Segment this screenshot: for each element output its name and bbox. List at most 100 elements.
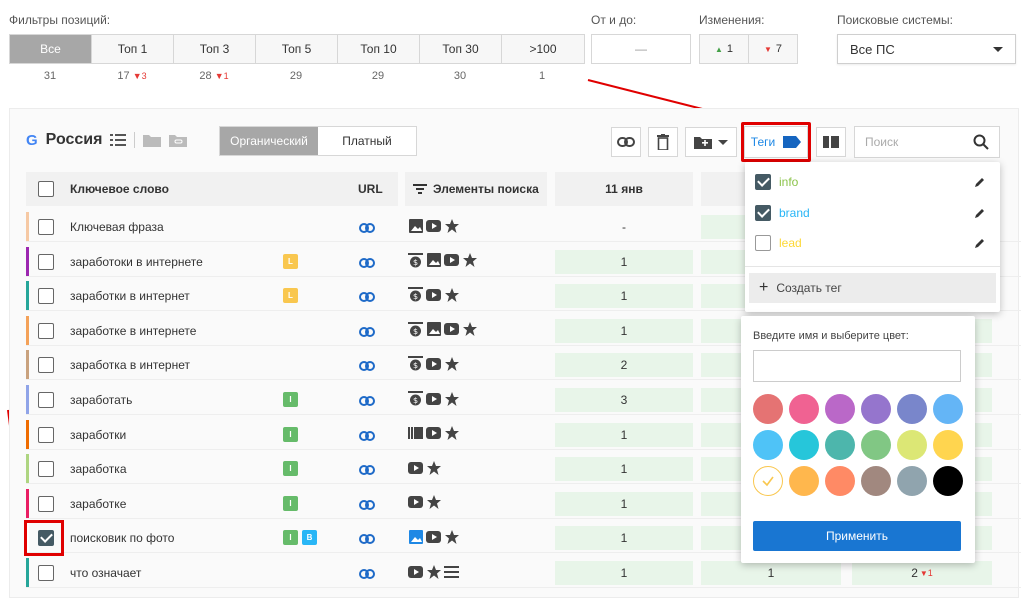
filter-tab-top5[interactable]: Топ 5 bbox=[256, 35, 338, 63]
color-swatch[interactable] bbox=[933, 394, 963, 424]
google-logo: G bbox=[26, 131, 38, 149]
columns-button[interactable] bbox=[816, 127, 846, 157]
search-engine-select[interactable]: Все ПС bbox=[837, 34, 1016, 64]
color-swatch[interactable] bbox=[897, 394, 927, 424]
tag-chip[interactable]: I bbox=[283, 461, 298, 477]
columns-icon bbox=[823, 136, 839, 148]
row-checkbox[interactable] bbox=[38, 565, 54, 581]
header-date: 11 янв bbox=[605, 182, 643, 196]
tag-item-lead[interactable]: lead bbox=[755, 231, 990, 255]
folder-icon[interactable] bbox=[143, 133, 162, 147]
row-checkbox[interactable] bbox=[38, 322, 54, 339]
header-keyword[interactable]: Ключевое слово bbox=[70, 182, 169, 196]
tag-checkbox[interactable] bbox=[755, 235, 771, 251]
color-swatch[interactable] bbox=[789, 466, 819, 496]
keyword-text: заработоки в интернете bbox=[70, 254, 203, 269]
tag-checkbox[interactable] bbox=[755, 205, 771, 221]
changes-down-button[interactable]: ▼ 7 bbox=[749, 35, 797, 63]
link-icon[interactable] bbox=[359, 255, 375, 273]
color-swatch[interactable] bbox=[753, 394, 783, 424]
link-button[interactable] bbox=[611, 127, 641, 157]
tag-chip[interactable]: I bbox=[283, 392, 298, 407]
image-icon bbox=[408, 529, 423, 544]
paid-icon: $ bbox=[408, 391, 423, 406]
table-header-date[interactable]: 11 янв bbox=[555, 172, 693, 206]
tag-item-brand[interactable]: brand bbox=[755, 201, 990, 225]
color-swatch[interactable] bbox=[789, 430, 819, 460]
add-to-folder-button[interactable] bbox=[685, 127, 737, 157]
edit-icon bbox=[975, 178, 984, 187]
tag-chip[interactable]: I bbox=[283, 495, 298, 511]
tag-chip[interactable]: I bbox=[283, 530, 298, 546]
row-checkbox[interactable] bbox=[38, 461, 54, 478]
link-icon[interactable] bbox=[359, 289, 375, 307]
tag-chip[interactable]: L bbox=[283, 288, 298, 304]
image-icon bbox=[426, 253, 441, 268]
filter-tab-top3[interactable]: Топ 3 bbox=[174, 35, 256, 63]
filter-tab-top30[interactable]: Топ 30 bbox=[420, 35, 502, 63]
color-swatch[interactable] bbox=[933, 466, 963, 496]
position-cell: 2 bbox=[555, 353, 693, 378]
color-swatch[interactable] bbox=[861, 466, 891, 496]
tag-name-input[interactable] bbox=[753, 350, 961, 382]
search-input[interactable]: Поиск bbox=[854, 126, 1000, 158]
apply-button[interactable]: Применить bbox=[753, 521, 961, 551]
link-icon[interactable] bbox=[359, 358, 375, 376]
table-header-elements[interactable]: Элементы поиска bbox=[405, 172, 547, 206]
filter-tab-top1[interactable]: Топ 1 bbox=[92, 35, 174, 63]
link-icon[interactable] bbox=[359, 393, 375, 411]
filter-tab-all[interactable]: Все bbox=[10, 35, 92, 63]
color-swatch[interactable] bbox=[825, 466, 855, 496]
video-icon bbox=[426, 391, 441, 406]
changes-up-count: 1 bbox=[726, 43, 734, 55]
divider bbox=[134, 132, 136, 148]
range-input[interactable]: — bbox=[591, 34, 691, 64]
paid-icon: $ bbox=[408, 252, 423, 268]
folder-link-icon[interactable] bbox=[169, 133, 188, 147]
link-icon[interactable] bbox=[359, 462, 375, 480]
tab-paid[interactable]: Платный bbox=[318, 127, 416, 155]
search-elements bbox=[408, 460, 441, 475]
row-checkbox[interactable] bbox=[38, 219, 54, 235]
color-swatch[interactable] bbox=[861, 394, 891, 424]
color-swatch[interactable] bbox=[825, 394, 855, 424]
filter-tab-top10[interactable]: Топ 10 bbox=[338, 35, 420, 63]
select-all-checkbox[interactable] bbox=[38, 181, 54, 197]
row-checkbox[interactable] bbox=[38, 426, 54, 443]
create-tag-button[interactable]: + Создать тег bbox=[749, 273, 996, 303]
color-swatch[interactable] bbox=[789, 394, 819, 424]
row-tags: I bbox=[283, 426, 298, 442]
color-swatch[interactable] bbox=[753, 430, 783, 460]
list-icon[interactable] bbox=[110, 133, 127, 147]
color-swatch[interactable] bbox=[897, 430, 927, 460]
tag-checkbox[interactable] bbox=[755, 174, 771, 190]
row-checkbox[interactable] bbox=[38, 392, 54, 408]
link-icon[interactable] bbox=[359, 566, 375, 584]
row-checkbox[interactable] bbox=[38, 495, 54, 512]
video-icon bbox=[426, 218, 441, 233]
tag-item-info[interactable]: info bbox=[755, 170, 990, 194]
color-picker-title: Введите имя и выберите цвет: bbox=[753, 330, 909, 342]
link-icon[interactable] bbox=[359, 531, 375, 549]
color-swatch[interactable] bbox=[753, 466, 783, 496]
color-swatch[interactable] bbox=[825, 430, 855, 460]
color-swatch[interactable] bbox=[897, 466, 927, 496]
link-icon[interactable] bbox=[359, 428, 375, 446]
link-icon[interactable] bbox=[359, 324, 375, 342]
filter-tab-over100[interactable]: >100 bbox=[502, 35, 584, 63]
color-swatch[interactable] bbox=[933, 430, 963, 460]
tag-chip[interactable]: B bbox=[302, 530, 317, 546]
range-label: От и до: bbox=[591, 13, 637, 27]
changes-up-button[interactable]: ▲ 1 bbox=[700, 35, 749, 63]
delete-button[interactable] bbox=[648, 127, 678, 157]
tag-chip[interactable]: L bbox=[283, 253, 298, 269]
link-icon[interactable] bbox=[359, 497, 375, 515]
link-icon[interactable] bbox=[359, 220, 375, 238]
filter-count: 29 bbox=[371, 70, 385, 82]
row-checkbox[interactable] bbox=[38, 253, 54, 270]
tab-organic[interactable]: Органический bbox=[220, 127, 318, 155]
row-checkbox[interactable] bbox=[38, 288, 54, 305]
color-swatch[interactable] bbox=[861, 430, 891, 460]
row-checkbox[interactable] bbox=[38, 357, 54, 374]
tag-chip[interactable]: I bbox=[283, 426, 298, 442]
